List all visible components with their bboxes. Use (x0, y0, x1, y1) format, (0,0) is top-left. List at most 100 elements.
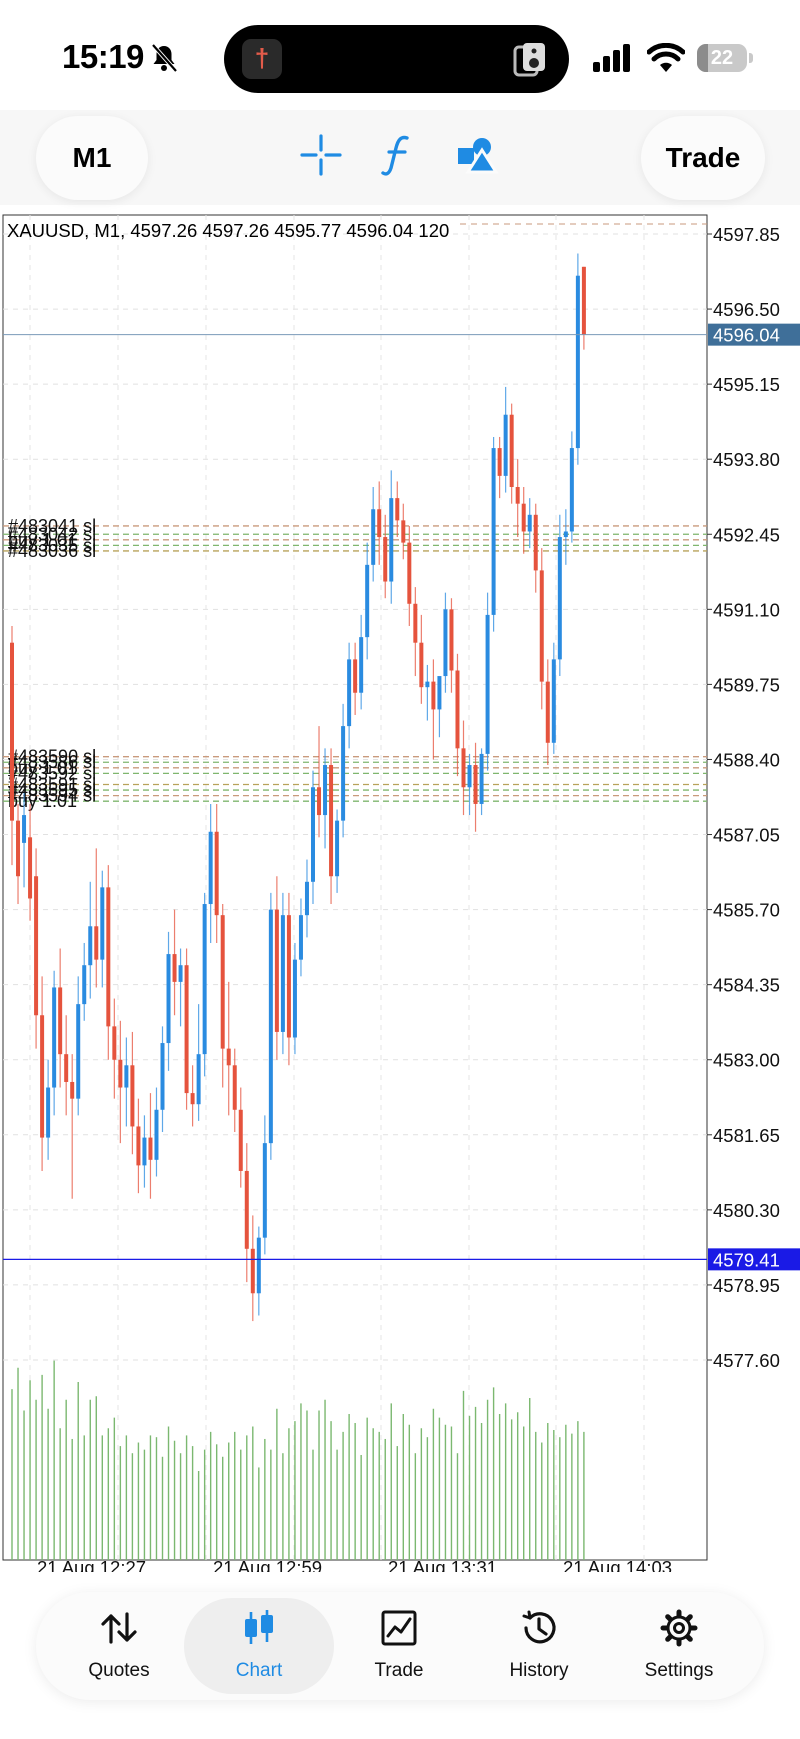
candle-body (244, 1170, 249, 1249)
time-label: 21 Aug 14:03 (563, 1557, 672, 1572)
tab-trade[interactable]: Trade (324, 1598, 474, 1694)
candle-body (515, 487, 520, 504)
gear-icon (660, 1609, 698, 1647)
candle-body (52, 987, 57, 1088)
candle-body (274, 909, 279, 1032)
tab-label: Settings (644, 1660, 714, 1681)
candle-body (10, 642, 14, 821)
history-clock-icon (522, 1610, 556, 1644)
candle-body (130, 1065, 135, 1127)
candle-body (136, 1126, 141, 1166)
tab-settings[interactable]: Settings (604, 1598, 754, 1694)
bid-price-label: 4596.04 (713, 325, 780, 346)
candle-body (353, 659, 358, 693)
indicator-f-icon[interactable] (374, 130, 424, 180)
price-label: 4596.50 (713, 299, 780, 320)
status-bar: 15:19 † 22 (0, 0, 800, 110)
app-icon: † (242, 39, 282, 79)
candle-body (473, 765, 478, 804)
candle-body (527, 514, 532, 532)
order-level-label: #483036 sl (8, 541, 96, 561)
price-label: 4580.30 (713, 1200, 780, 1221)
price-label: 4584.35 (713, 975, 780, 996)
price-label: 4581.65 (713, 1125, 780, 1146)
price-label: 4593.80 (713, 449, 780, 470)
candle-body (178, 965, 183, 982)
candle-body (100, 887, 105, 960)
price-label: 4591.10 (713, 599, 780, 620)
candle-body (220, 915, 225, 1049)
candle-body (497, 448, 502, 476)
candle-body (82, 965, 87, 1005)
candle-body (64, 1054, 69, 1082)
candle-body (28, 837, 33, 899)
candle-body (70, 1081, 75, 1099)
price-label: 4589.75 (713, 674, 780, 695)
price-label: 4597.85 (713, 224, 780, 245)
price-label: 4588.40 (713, 749, 780, 770)
price-label: 4592.45 (713, 524, 780, 545)
candle-body (214, 831, 219, 916)
price-chart[interactable]: 4597.85 4596.50 4595.15 4593.80 4592.45 4591.… (0, 212, 800, 1572)
objects-icon[interactable] (452, 130, 502, 180)
candle-body (389, 498, 394, 582)
candle-body (557, 537, 562, 660)
candle-body (184, 965, 189, 1094)
time-label: 21 Aug 12:27 (37, 1557, 146, 1572)
price-label: 4595.15 (713, 374, 780, 395)
signal-icon (593, 44, 630, 72)
chart-header: XAUUSD, M1, 4597.26 4597.26 4595.77 4596… (7, 220, 450, 241)
tab-label: Chart (235, 1660, 283, 1681)
candlestick-icon (245, 1610, 273, 1644)
tab-chart[interactable]: Chart (184, 1598, 334, 1694)
candle-body (94, 926, 99, 960)
candle-body (298, 915, 303, 960)
candle-body (280, 915, 285, 1032)
candle-body (196, 1054, 201, 1105)
candle-body (539, 570, 544, 682)
candle-body (509, 414, 514, 488)
candle-body (250, 1248, 255, 1294)
time-label: 21 Aug 13:31 (388, 1557, 497, 1572)
chart-toolbar: M1 Trade (0, 110, 800, 205)
crosshair-icon[interactable] (296, 130, 346, 180)
tab-label: Trade (374, 1660, 424, 1681)
candle-body (118, 1059, 123, 1088)
candle-body (521, 503, 526, 532)
candle-body (268, 909, 273, 1144)
candle-body (172, 954, 177, 982)
candle-body (232, 1065, 237, 1110)
candle-body (533, 514, 538, 571)
candle-body (317, 787, 322, 816)
candle-body (154, 1109, 159, 1160)
candle-body (22, 815, 27, 843)
candle-body (238, 1109, 243, 1171)
candle-body (208, 831, 213, 905)
tab-history[interactable]: History (464, 1598, 614, 1694)
candle-body (40, 1015, 45, 1138)
candle-body (58, 987, 63, 1055)
candle-body (491, 448, 496, 615)
bottom-tab-bar: Quotes Chart Trade History Settings (36, 1592, 764, 1700)
candle-body (503, 414, 508, 476)
trade-button[interactable]: Trade (641, 116, 765, 200)
candle-body (455, 670, 460, 749)
trade-chart-icon (381, 1610, 417, 1646)
bell-slash-icon (151, 43, 178, 73)
candle-body (16, 820, 21, 877)
candle-body (292, 959, 297, 1038)
candle-body (581, 266, 586, 335)
chart-canvas[interactable]: 4597.85 4596.50 4595.15 4593.80 4592.45 4591.… (0, 212, 800, 1572)
candle-body (449, 609, 454, 671)
tab-quotes[interactable]: Quotes (44, 1598, 194, 1694)
candle-body (262, 1143, 267, 1238)
wifi-icon (647, 43, 685, 72)
candle-body (166, 954, 171, 1044)
timeframe-button[interactable]: M1 (36, 116, 148, 200)
candle-body (88, 926, 93, 966)
candle-body (569, 448, 574, 532)
price-label: 4577.60 (713, 1350, 780, 1371)
status-time: 15:19 (62, 38, 144, 75)
candle-body (461, 748, 466, 788)
candle-body (425, 681, 430, 688)
